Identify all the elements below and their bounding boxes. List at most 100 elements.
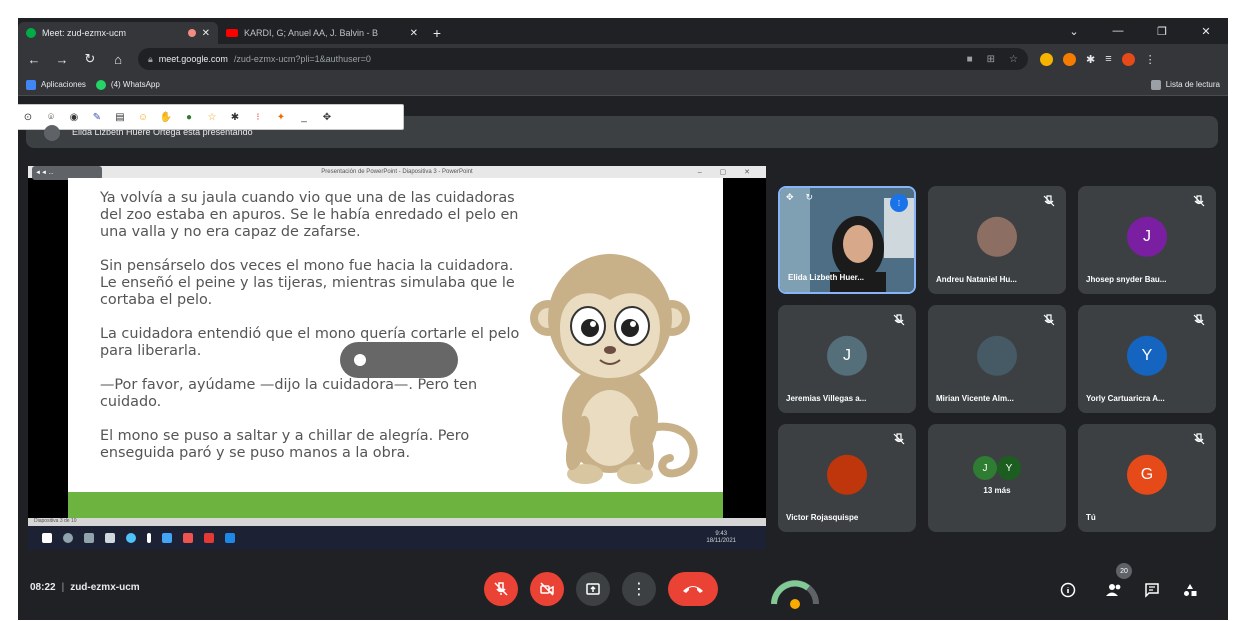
participant-tile[interactable]: Y Yorly Cartuaricra A...: [1078, 305, 1216, 413]
youtube-icon: [226, 29, 238, 37]
media-queue-icon[interactable]: ≡: [1105, 53, 1111, 65]
app-icon[interactable]: [147, 533, 151, 543]
minimize-button[interactable]: —: [1096, 18, 1140, 44]
gear-icon[interactable]: ✱: [228, 110, 242, 124]
participant-name: Tú: [1086, 513, 1096, 522]
more-count: 13 más: [983, 486, 1011, 495]
close-window-button[interactable]: ✕: [1184, 18, 1228, 44]
shared-screen[interactable]: Presentación de PowerPoint - Diapositiva…: [28, 166, 766, 550]
extensions-area: ✱ ≡ ⋮: [1040, 52, 1156, 66]
annotation-tool-icon[interactable]: ●: [182, 110, 196, 124]
pen-icon[interactable]: ✎: [90, 110, 104, 124]
participant-name: Andreu Nataniel Hu...: [936, 275, 1017, 284]
cursor-icon: [354, 354, 366, 366]
close-tab-icon[interactable]: ✕: [410, 28, 418, 39]
bookmark-whatsapp[interactable]: (4) WhatsApp: [95, 79, 160, 90]
back-arrow-icon[interactable]: ←: [26, 52, 42, 67]
powerpoint-icon[interactable]: [204, 533, 214, 543]
profile-avatar[interactable]: [1121, 52, 1135, 66]
leave-call-button[interactable]: [668, 572, 718, 606]
move-icon[interactable]: ✥: [320, 110, 334, 124]
window-title: Presentación de PowerPoint - Diapositiva…: [321, 169, 473, 175]
participant-tile[interactable]: Andreu Nataniel Hu...: [928, 186, 1066, 294]
annotation-tool-icon[interactable]: ✦: [274, 110, 288, 124]
windows-taskbar: 9:43 18/11/2021: [28, 526, 766, 550]
star-icon[interactable]: ☆: [205, 110, 219, 124]
home-icon[interactable]: ⌂: [110, 52, 126, 67]
meeting-time: 08:22: [30, 582, 56, 593]
camera-in-use-icon[interactable]: ■: [967, 54, 973, 65]
tab-youtube[interactable]: KARDI, G; Anuel AA, J. Balvin - B ✕: [218, 22, 426, 44]
annotation-tool-icon[interactable]: ▤: [113, 110, 127, 124]
app-icon[interactable]: [105, 533, 115, 543]
mic-off-icon: [1043, 195, 1055, 207]
whatsapp-icon: [95, 79, 106, 90]
close-tab-icon[interactable]: ✕: [202, 28, 210, 39]
mic-off-icon: [1193, 314, 1205, 326]
tab-title: Meet: zud-ezmx-ucm: [42, 28, 127, 38]
edge-icon[interactable]: [126, 533, 136, 543]
google-meet-icon: [26, 28, 36, 38]
info-icon: [1060, 582, 1076, 598]
present-screen-button[interactable]: [576, 572, 610, 606]
reload-icon[interactable]: ↻: [82, 51, 98, 67]
bookmark-star-icon[interactable]: ☆: [1009, 54, 1018, 65]
participant-tile-presenter[interactable]: ✥ ↻ ⁞ Elida Lizbeth Huer...: [778, 186, 916, 294]
kebab-menu-icon[interactable]: ⋮: [1145, 53, 1156, 66]
story-paragraph: Ya volvía a su jaula cuando vio que una …: [100, 190, 519, 240]
annotation-tool-icon[interactable]: ◉: [67, 110, 81, 124]
extension-icon[interactable]: [1063, 52, 1076, 66]
mic-off-icon: [893, 433, 905, 445]
install-app-icon[interactable]: ⊞: [987, 54, 995, 65]
address-bar[interactable]: 🔒︎ meet.google.com /zud-ezmx-ucm?pli=1&a…: [138, 48, 1028, 70]
task-view-icon[interactable]: [84, 533, 94, 543]
bookmarks-bar: Aplicaciones (4) WhatsApp Lista de lectu…: [18, 74, 1228, 96]
tab-search-button[interactable]: ⌄: [1052, 18, 1096, 44]
participant-tile[interactable]: J Jeremias Villegas a...: [778, 305, 916, 413]
extensions-puzzle-icon[interactable]: ✱: [1086, 53, 1095, 66]
activities-button[interactable]: [1180, 580, 1200, 600]
word-icon[interactable]: [225, 533, 235, 543]
people-icon: [1106, 584, 1121, 596]
windows-start-icon[interactable]: [42, 533, 52, 543]
bookmark-label: Aplicaciones: [41, 80, 86, 89]
participant-name: Elida Lizbeth Huer...: [788, 273, 865, 282]
tab-meet[interactable]: Meet: zud-ezmx-ucm ✕: [18, 22, 218, 44]
mic-toggle-button[interactable]: [484, 572, 518, 606]
tile-controls[interactable]: ✥ ↻: [786, 192, 813, 203]
avatar: Y: [997, 456, 1021, 480]
browser-toolbar: ← → ↻ ⌂ 🔒︎ meet.google.com /zud-ezmx-ucm…: [18, 44, 1228, 74]
tab-strip: Meet: zud-ezmx-ucm ✕ KARDI, G; Anuel AA,…: [18, 18, 1228, 44]
app-icon[interactable]: [183, 533, 193, 543]
presenter-avatar: [44, 125, 60, 141]
participant-tile[interactable]: Victor Rojasquispe: [778, 424, 916, 532]
minimize-icon[interactable]: _: [297, 110, 311, 124]
reading-list-button[interactable]: Lista de lectura: [1150, 79, 1220, 90]
emoji-icon[interactable]: ☺: [136, 110, 150, 124]
more-options-button[interactable]: ⋮: [622, 572, 656, 606]
annotation-tool-icon[interactable]: ⁝: [251, 110, 265, 124]
refresh-icon[interactable]: ↻: [806, 192, 814, 203]
camera-toggle-button[interactable]: [530, 572, 564, 606]
search-icon[interactable]: [63, 533, 73, 543]
apps-grid-icon: [26, 79, 36, 90]
more-participants-tile[interactable]: J Y 13 más: [928, 424, 1066, 532]
self-tile[interactable]: G Tú: [1078, 424, 1216, 532]
chat-button[interactable]: [1142, 580, 1162, 600]
people-button[interactable]: [1104, 580, 1124, 600]
meeting-details: 08:22 | zud-ezmx-ucm: [30, 582, 140, 593]
participant-tile[interactable]: J Jhosep snyder Bau...: [1078, 186, 1216, 294]
new-tab-button[interactable]: +: [426, 22, 448, 44]
forward-arrow-icon[interactable]: →: [54, 52, 70, 67]
meeting-details-button[interactable]: [1058, 580, 1078, 600]
extension-icon[interactable]: [1040, 52, 1053, 66]
app-icon[interactable]: [162, 533, 172, 543]
annotation-tool-icon[interactable]: ⊙: [21, 110, 35, 124]
annotation-tool-icon[interactable]: ⌾: [44, 110, 58, 124]
participant-tile[interactable]: Mirian Vicente Alm...: [928, 305, 1066, 413]
hand-icon[interactable]: ✋: [159, 110, 173, 124]
taskbar-clock: 9:43 18/11/2021: [706, 531, 736, 545]
restore-button[interactable]: ❐: [1140, 18, 1184, 44]
move-icon[interactable]: ✥: [786, 192, 794, 203]
bookmark-apps[interactable]: Aplicaciones: [26, 79, 86, 90]
